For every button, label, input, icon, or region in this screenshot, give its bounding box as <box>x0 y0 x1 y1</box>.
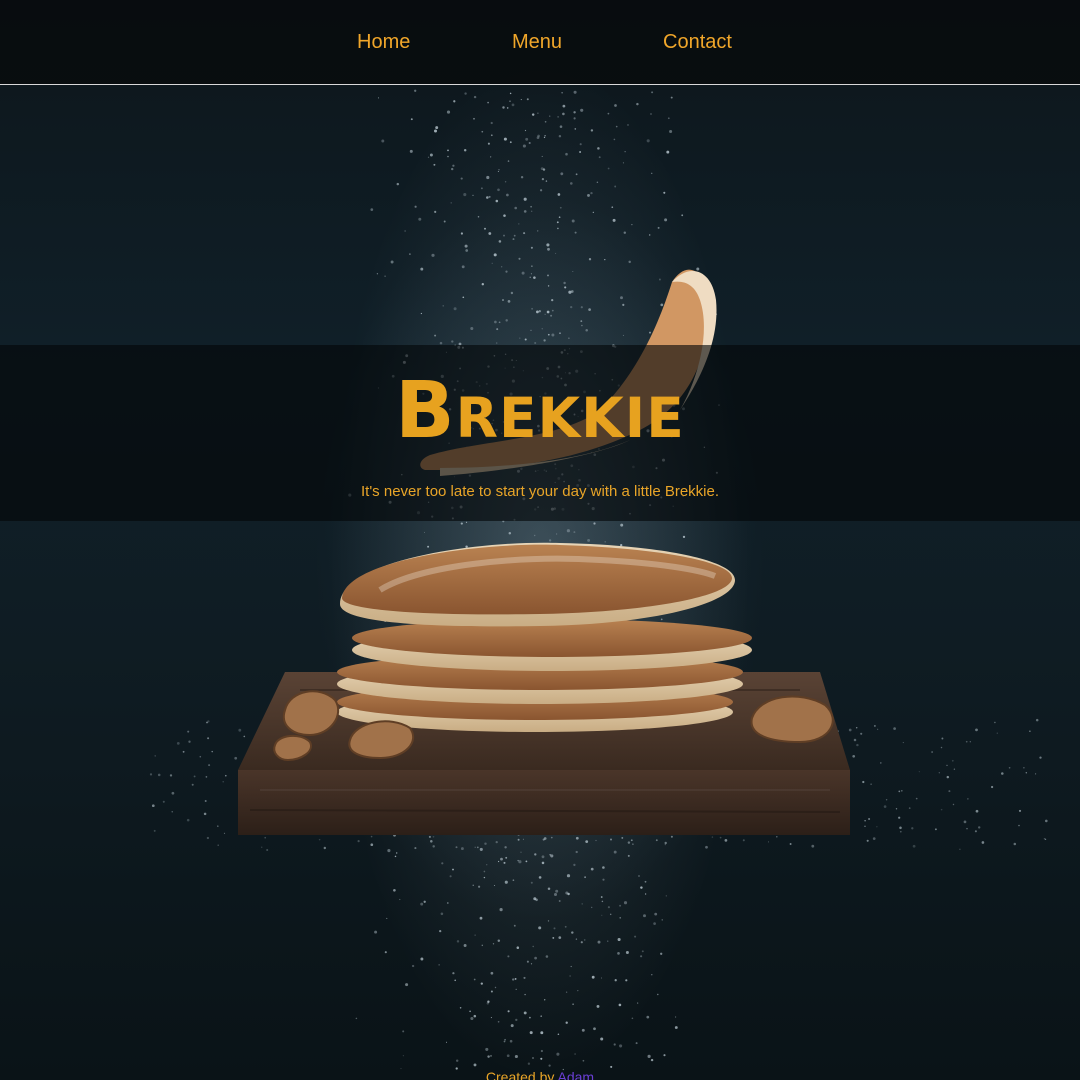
nav-contact-link[interactable]: Contact <box>663 30 732 54</box>
footer-author-link[interactable]: Adam <box>558 1069 595 1080</box>
footer-credit-text: Created by <box>485 1069 555 1080</box>
pancake-stack <box>337 542 752 732</box>
hero-background-image <box>149 60 1048 1080</box>
nav-menu-link[interactable]: Menu <box>512 30 562 54</box>
footer: Created by Adam <box>0 1068 1080 1080</box>
nav-home-link[interactable]: Home <box>357 30 410 54</box>
landing-page: Home Menu Contact Brekkie It's never too… <box>0 0 1080 1080</box>
brand-title: Brekkie <box>395 366 685 456</box>
top-nav: Home Menu Contact <box>0 0 1080 85</box>
hero-tagline: It's never too late to start your day wi… <box>360 483 720 500</box>
